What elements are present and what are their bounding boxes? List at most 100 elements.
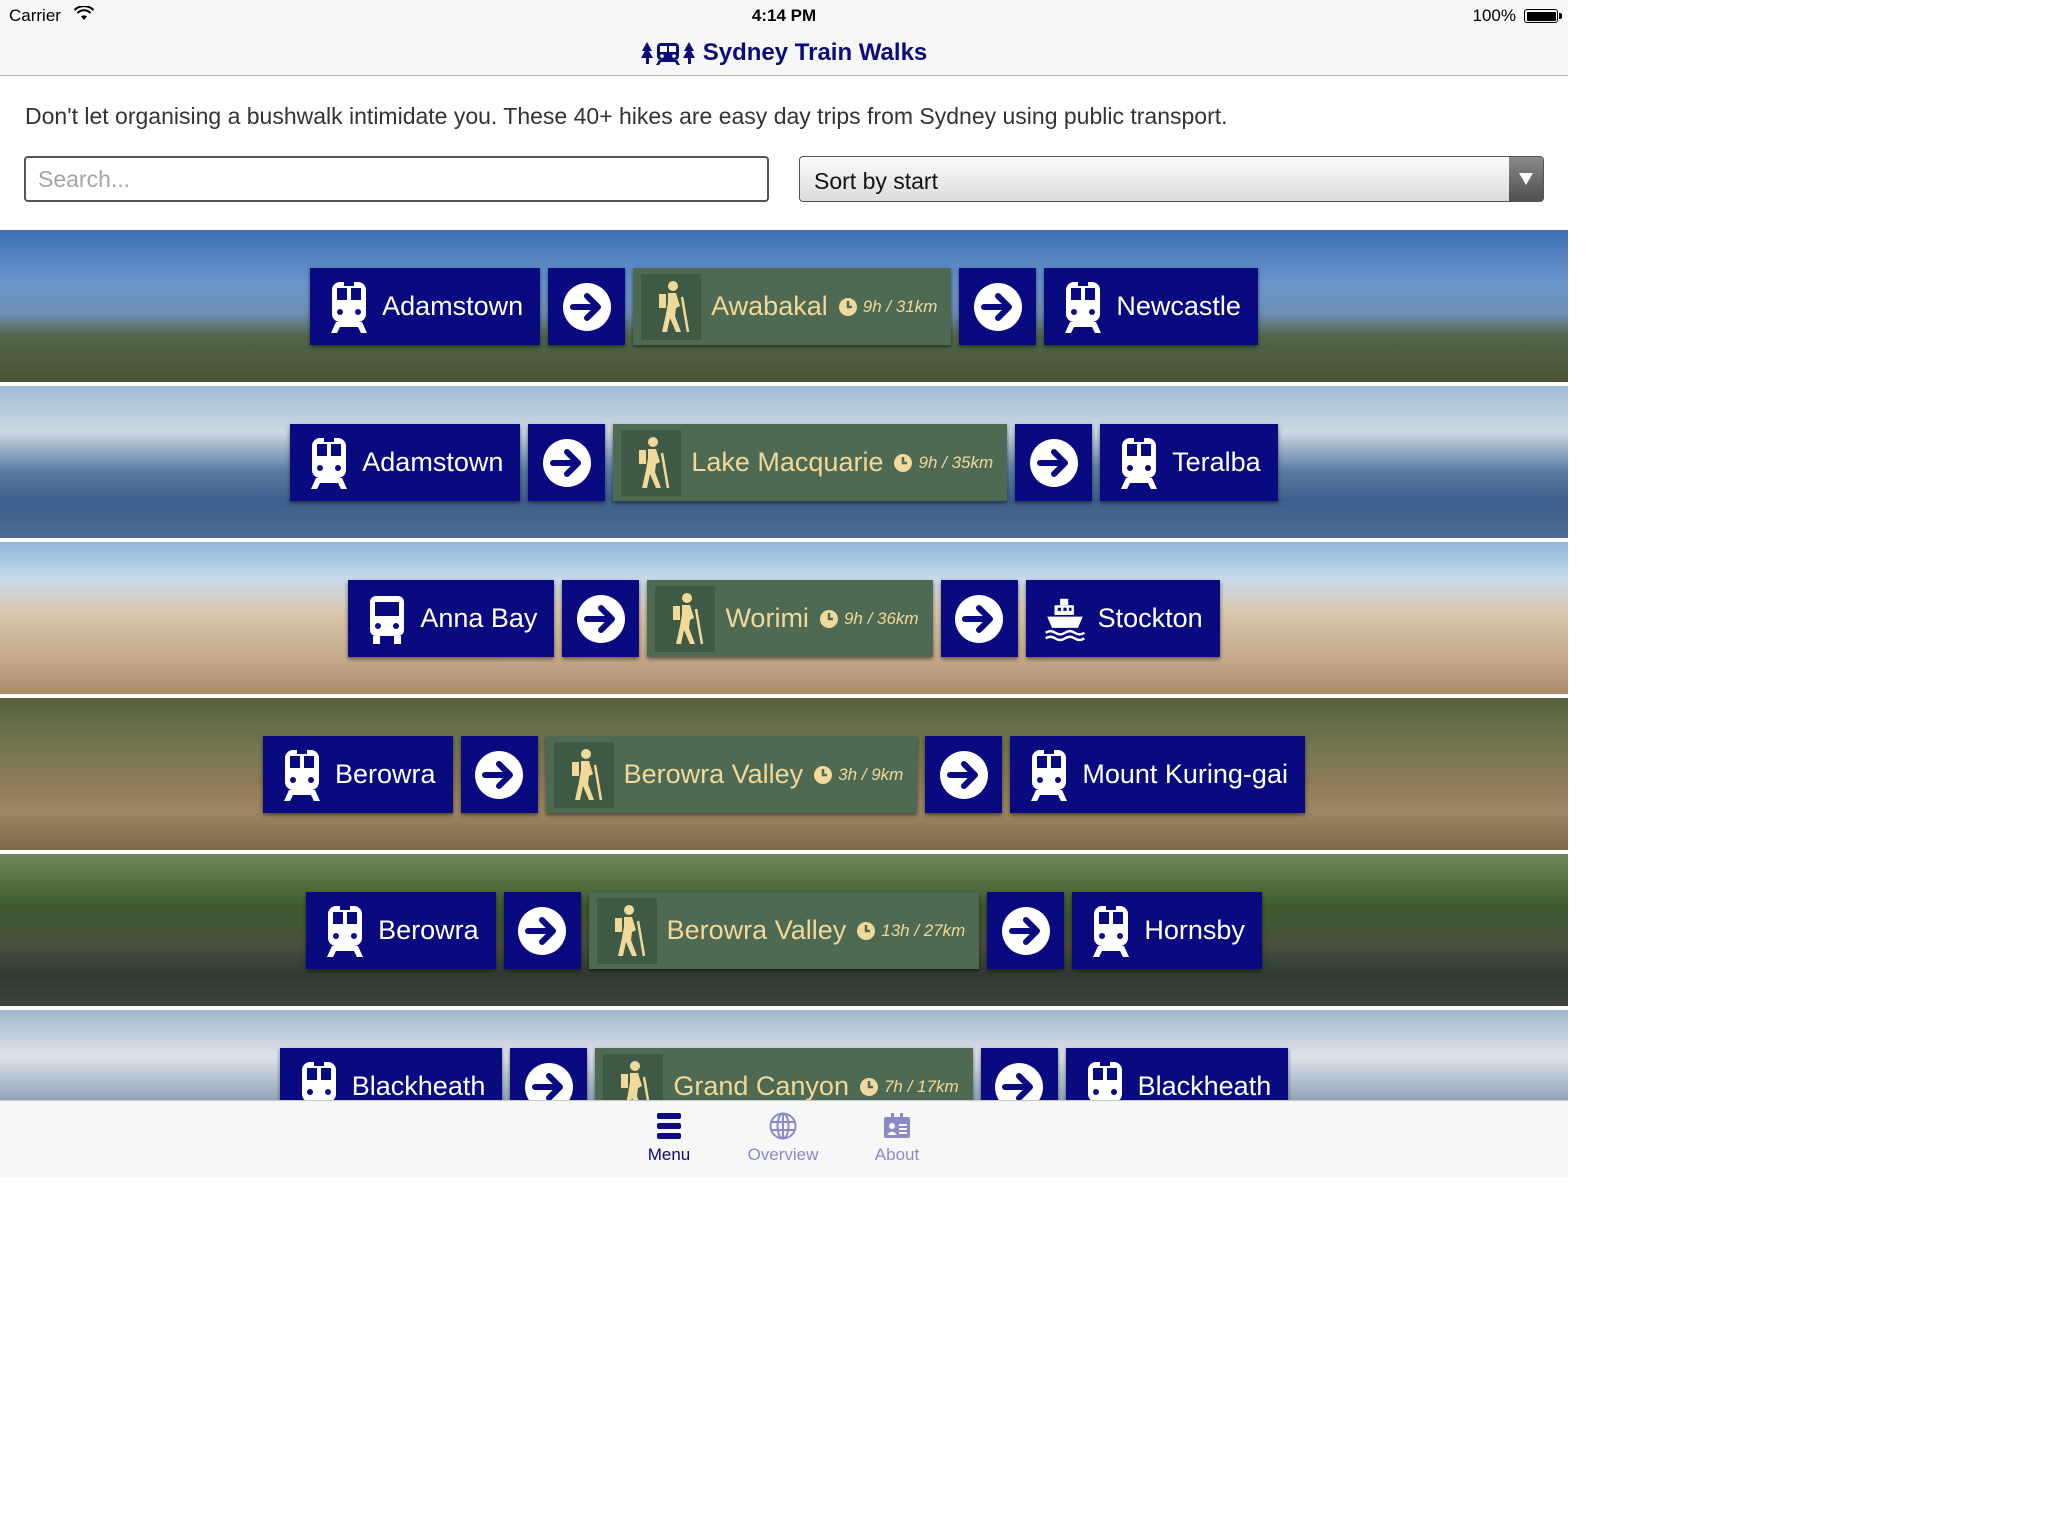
walk-tile[interactable]: Berowra Valley 13h / 27km <box>588 892 980 969</box>
start-station: Blackheath <box>279 1048 503 1100</box>
tab-label: Menu <box>647 1145 691 1164</box>
walk-name: Worimi <box>725 603 809 633</box>
train-icon <box>281 747 323 803</box>
start-label: Adamstown <box>362 447 504 477</box>
end-station: Teralba <box>1100 424 1278 501</box>
start-label: Anna Bay <box>420 603 538 633</box>
hiker-icon <box>621 429 682 496</box>
hiker-icon <box>655 585 716 652</box>
hiker-icon <box>553 741 614 808</box>
train-icon <box>324 903 366 959</box>
start-label: Adamstown <box>382 291 524 321</box>
train-icon <box>1028 747 1070 803</box>
walk-tile[interactable]: Awabakal 9h / 31km <box>633 268 952 345</box>
end-station: Newcastle <box>1044 268 1258 345</box>
nav-bar: Sydney Train Walks <box>0 30 1568 76</box>
start-station: Adamstown <box>310 268 541 345</box>
walk-duration: 13h / 27km <box>881 920 966 940</box>
trees-train-logo-icon <box>640 40 695 66</box>
end-label: Blackheath <box>1137 1071 1272 1100</box>
arrow-right-icon <box>503 892 581 969</box>
bus-icon <box>366 591 408 647</box>
start-station: Berowra <box>263 736 453 813</box>
walk-row[interactable]: Blackheath Grand Canyon 7h / 17km Blackh… <box>0 1010 1568 1100</box>
tab-overview[interactable]: Overview <box>726 1111 840 1165</box>
walk-tile[interactable]: Berowra Valley 3h / 9km <box>545 736 918 813</box>
walk-row[interactable]: Berowra Berowra Valley 13h / 27km Hornsb… <box>0 854 1568 1006</box>
contact-card-icon <box>883 1111 911 1141</box>
start-label: Berowra <box>378 915 479 945</box>
sort-selected-value: Sort by start <box>814 168 938 194</box>
walk-tile[interactable]: Worimi 9h / 36km <box>647 580 933 657</box>
arrow-right-icon <box>925 736 1003 813</box>
arrow-right-icon <box>510 1048 588 1100</box>
end-station: Mount Kuring-gai <box>1010 736 1305 813</box>
walk-duration: 3h / 9km <box>838 764 904 784</box>
clock-icon <box>819 609 839 629</box>
arrow-right-icon <box>940 580 1018 657</box>
arrow-right-icon <box>987 892 1065 969</box>
end-station: Blackheath <box>1065 1048 1289 1100</box>
tab-menu[interactable]: Menu <box>612 1111 726 1165</box>
hiker-icon <box>596 897 657 964</box>
train-icon <box>1090 903 1132 959</box>
arrow-right-icon <box>562 580 640 657</box>
walk-tile[interactable]: Grand Canyon 7h / 17km <box>595 1048 973 1100</box>
train-icon <box>1062 279 1104 335</box>
walk-tile[interactable]: Lake Macquarie 9h / 35km <box>613 424 1008 501</box>
end-label: Stockton <box>1097 603 1203 633</box>
walk-duration: 7h / 17km <box>883 1076 959 1096</box>
end-label: Newcastle <box>1116 291 1241 321</box>
start-station: Adamstown <box>290 424 521 501</box>
search-input[interactable] <box>24 156 769 202</box>
end-label: Teralba <box>1172 447 1261 477</box>
battery-percent: 100% <box>1472 6 1516 25</box>
clock-icon <box>838 297 858 317</box>
walk-row[interactable]: Adamstown Awabakal 9h / 31km Newcastle <box>0 230 1568 382</box>
walk-name: Berowra Valley <box>623 759 804 789</box>
arrow-right-icon <box>959 268 1037 345</box>
clock-icon <box>856 921 876 941</box>
clock-icon <box>813 765 833 785</box>
end-label: Mount Kuring-gai <box>1082 759 1288 789</box>
status-bar: Carrier 4:14 PM 100% <box>0 0 1568 30</box>
arrow-right-icon <box>528 424 606 501</box>
battery-icon <box>1524 9 1562 23</box>
hiker-icon <box>603 1053 664 1100</box>
arrow-right-icon <box>1015 424 1093 501</box>
start-station: Anna Bay <box>348 580 555 657</box>
arrow-right-icon <box>548 268 626 345</box>
walk-name: Grand Canyon <box>673 1071 849 1100</box>
tab-bar: Menu Overview About <box>0 1100 1568 1177</box>
globe-icon <box>769 1111 797 1141</box>
start-label: Blackheath <box>351 1071 486 1100</box>
clock-time: 4:14 PM <box>751 6 817 25</box>
train-icon <box>298 1059 340 1100</box>
clock-icon <box>893 453 913 473</box>
menu-icon <box>657 1111 681 1141</box>
tab-about[interactable]: About <box>840 1111 954 1165</box>
end-station: Stockton <box>1025 580 1220 657</box>
walk-list[interactable]: Adamstown Awabakal 9h / 31km Newcastle A… <box>0 230 1568 1100</box>
page-title: Sydney Train Walks <box>702 38 928 66</box>
start-station: Berowra <box>306 892 496 969</box>
clock-icon <box>859 1077 879 1097</box>
arrow-right-icon <box>980 1048 1058 1100</box>
arrow-right-icon <box>460 736 538 813</box>
tab-label: About <box>874 1145 920 1164</box>
end-station: Hornsby <box>1072 892 1262 969</box>
train-icon <box>328 279 370 335</box>
ferry-icon <box>1044 591 1086 647</box>
walk-duration: 9h / 31km <box>862 296 938 316</box>
walk-row[interactable]: Adamstown Lake Macquarie 9h / 35km Teral… <box>0 386 1568 538</box>
walk-row[interactable]: Anna Bay Worimi 9h / 36km Stockton <box>0 542 1568 694</box>
end-label: Hornsby <box>1144 915 1245 945</box>
train-icon <box>308 435 350 491</box>
dropdown-arrow-icon <box>1509 157 1543 201</box>
train-icon <box>1084 1059 1126 1100</box>
walk-name: Lake Macquarie <box>691 447 884 477</box>
tab-label: Overview <box>747 1145 819 1164</box>
hiker-icon <box>641 273 702 340</box>
sort-select[interactable]: Sort by start <box>799 156 1544 202</box>
walk-row[interactable]: Berowra Berowra Valley 3h / 9km Mount Ku… <box>0 698 1568 850</box>
